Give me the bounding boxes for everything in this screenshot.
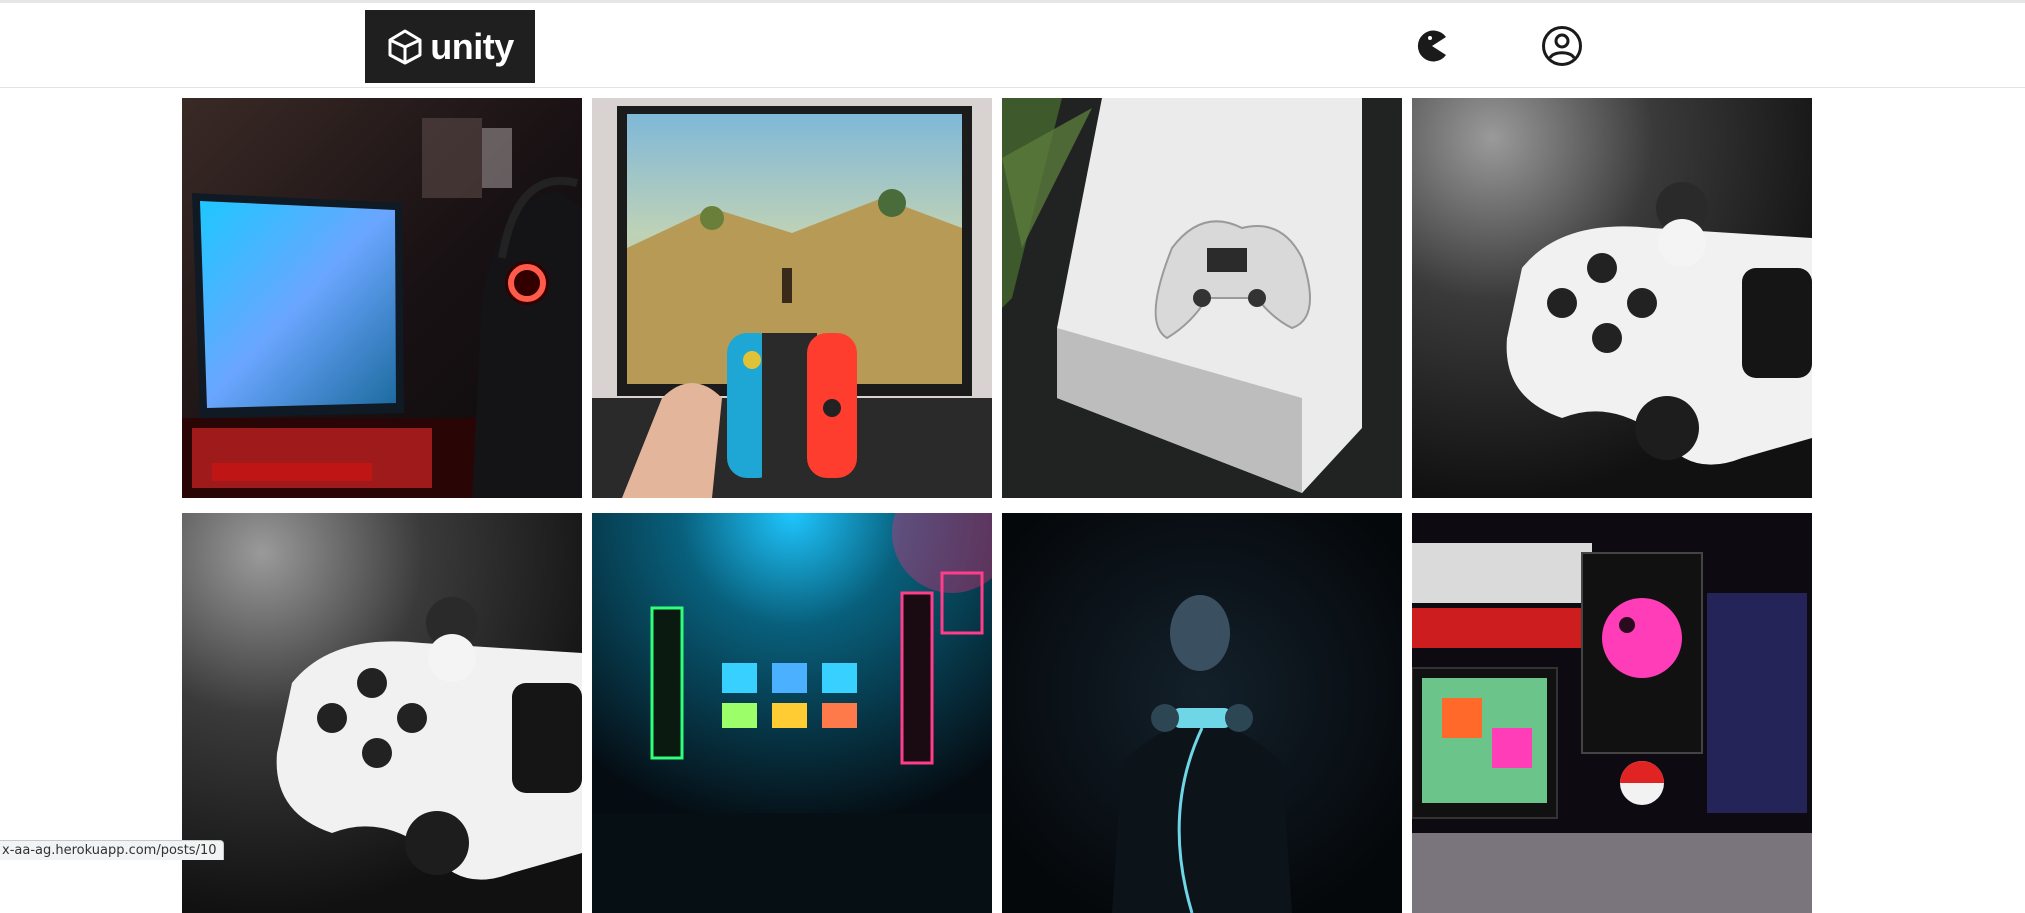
dark-gamer-controller-photo: [1002, 513, 1402, 913]
unity-logo-link[interactable]: unity: [365, 10, 535, 83]
gallery-item-1[interactable]: [182, 98, 582, 498]
user-account-icon[interactable]: [1540, 24, 1584, 68]
gallery-item-3[interactable]: [1002, 98, 1402, 498]
pacman-icon[interactable]: [1410, 24, 1454, 68]
gaming-setup-red-headset-photo: [182, 98, 582, 498]
gallery-item-6[interactable]: [592, 513, 992, 913]
gallery-item-4[interactable]: [1412, 98, 1812, 498]
gallery-item-7[interactable]: [1002, 513, 1402, 913]
white-controller-closeup-photo: [182, 513, 582, 913]
white-console-controller-photo: [1002, 98, 1402, 498]
link-status-bar: x-aa-ag.herokuapp.com/posts/10: [0, 840, 224, 860]
nintendo-switch-joycon-tv-photo: [592, 98, 992, 498]
gallery-item-2[interactable]: [592, 98, 992, 498]
unity-logo-icon: [386, 28, 424, 66]
gallery-item-8[interactable]: [1412, 513, 1812, 913]
logo-wordmark: unity: [430, 29, 514, 65]
post-gallery: [182, 98, 1813, 878]
navbar: unity: [0, 3, 2025, 88]
neon-arcade-room-photo: [592, 513, 992, 913]
gallery-item-5[interactable]: [182, 513, 582, 913]
pixel-display-game-over-photo: [1412, 513, 1812, 913]
white-controller-closeup-photo: [1412, 98, 1812, 498]
